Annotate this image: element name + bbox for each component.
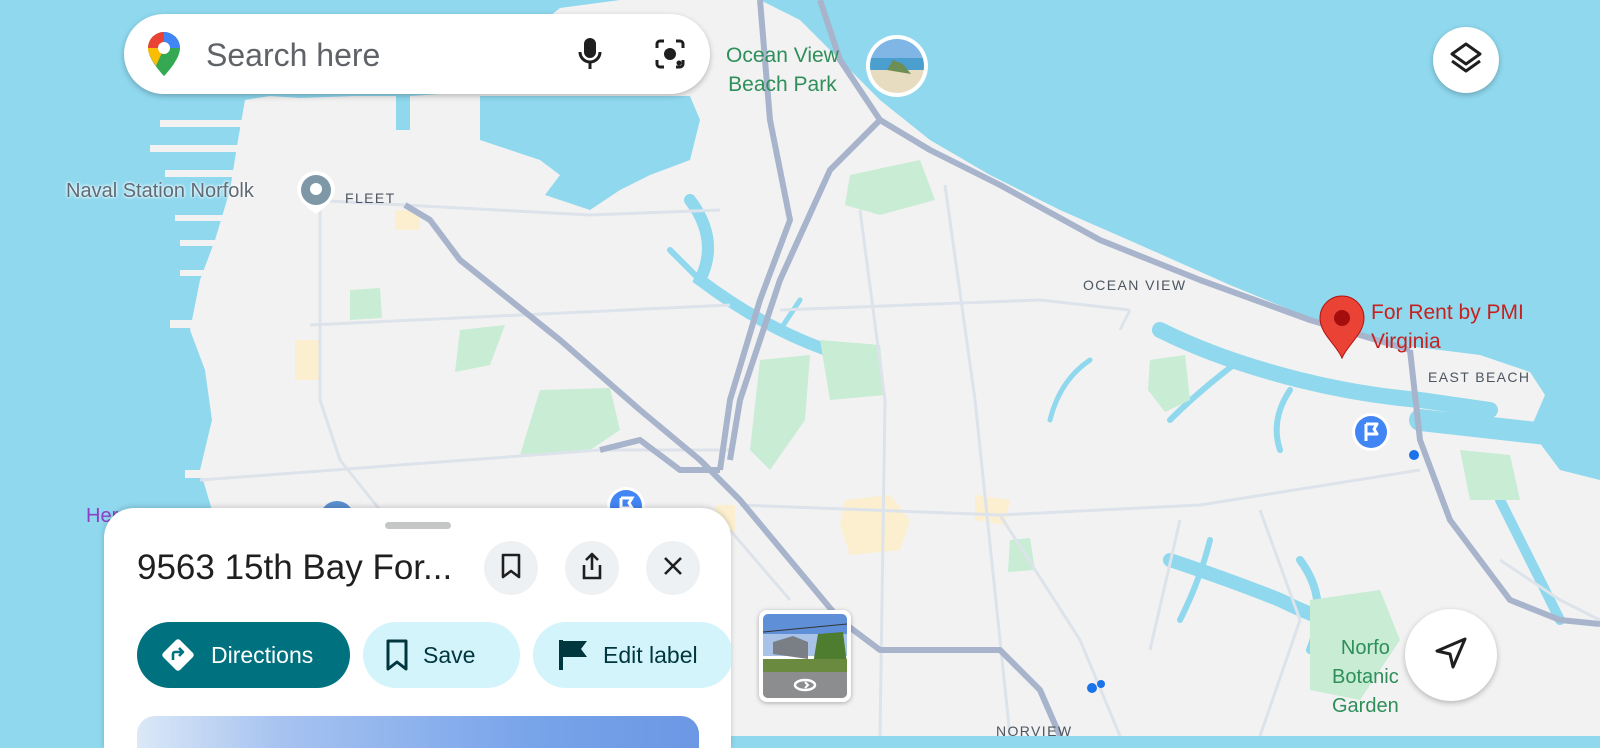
place-title: 9563 15th Bay For... — [137, 548, 453, 587]
directions-label: Directions — [211, 641, 314, 668]
bookmark-icon — [501, 553, 521, 584]
directions-icon — [159, 636, 197, 674]
map-label-ocean-view: OCEAN VIEW — [1083, 277, 1187, 293]
map-label-text: Ocean View Beach Park — [726, 44, 839, 96]
map-label-fleet: FLEET — [345, 190, 396, 206]
mic-icon[interactable] — [568, 32, 612, 76]
recenter-button[interactable] — [1405, 609, 1497, 701]
close-icon — [662, 555, 684, 582]
layers-button[interactable] — [1433, 27, 1499, 93]
lens-camera-icon[interactable] — [648, 32, 692, 76]
street-view-dot[interactable] — [1409, 450, 1419, 460]
navigation-arrow-icon — [1434, 636, 1468, 675]
close-button[interactable] — [646, 541, 700, 595]
search-input[interactable] — [204, 32, 538, 78]
map-label-east-beach: EAST BEACH — [1428, 369, 1531, 385]
save-button[interactable]: Save — [363, 622, 520, 688]
map-label-norview: NORVIEW — [996, 723, 1073, 739]
share-button[interactable] — [565, 541, 619, 595]
edit-label-button[interactable]: Edit label — [533, 622, 731, 688]
blue-flag-marker[interactable] — [1352, 413, 1390, 451]
layers-icon — [1449, 41, 1483, 80]
google-maps-pin-icon — [146, 30, 182, 83]
map-label-for-rent[interactable]: For Rent by PMI Virginia — [1371, 298, 1524, 356]
street-view-dot[interactable] — [1097, 680, 1105, 688]
ocean-view-beach-park-marker[interactable] — [866, 35, 928, 97]
search-bar[interactable] — [124, 14, 710, 94]
sheet-drag-handle[interactable] — [385, 522, 451, 529]
map-label-naval-station-norfolk[interactable]: Naval Station Norfolk — [66, 180, 254, 203]
place-photo[interactable] — [137, 716, 699, 748]
share-icon — [580, 552, 604, 585]
place-details-sheet[interactable]: 9563 15th Bay For... Directions Save Edi… — [104, 508, 731, 748]
map-label-ocean-view-beach-park[interactable]: Ocean View Beach Park — [726, 41, 839, 99]
street-view-rotate-icon — [793, 678, 817, 697]
edit-label-label: Edit label — [603, 641, 698, 668]
save-label: Save — [423, 641, 476, 668]
map-label-norfolk-botanical-garden[interactable]: Norfo Botanic Garden — [1332, 634, 1399, 721]
street-view-thumbnail[interactable] — [759, 610, 851, 702]
bookmark-icon — [385, 638, 409, 672]
flag-icon — [557, 638, 589, 672]
bookmark-button[interactable] — [484, 541, 538, 595]
street-view-dot[interactable] — [1087, 683, 1097, 693]
pier-water — [396, 96, 410, 130]
directions-button[interactable]: Directions — [137, 622, 350, 688]
